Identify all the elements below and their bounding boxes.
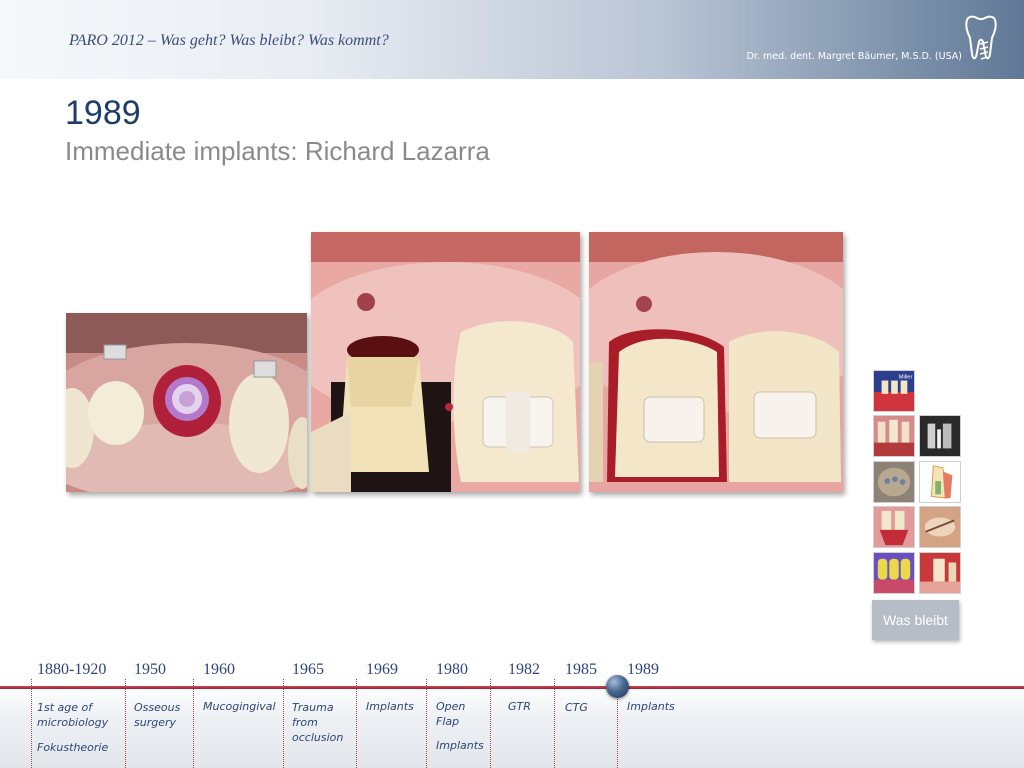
timeline-event-osseous-surgery: Osseous surgery xyxy=(134,701,181,729)
thumbnail-1-label: Miller xyxy=(899,375,913,381)
thumbnail-4[interactable] xyxy=(873,461,915,503)
thumbnail-3[interactable] xyxy=(919,415,961,457)
tooth-logo-icon xyxy=(965,15,997,60)
timeline-year-1960: 1960 xyxy=(203,661,235,678)
timeline-event-implants-1969: Implants xyxy=(366,700,414,713)
thumbnail-9[interactable] xyxy=(919,552,961,594)
timeline-current-marker[interactable] xyxy=(606,675,629,698)
timeline-axis xyxy=(0,686,1024,689)
timeline-year-1969: 1969 xyxy=(366,661,398,678)
thumbnail-5[interactable] xyxy=(919,461,961,503)
timeline-tick xyxy=(125,679,126,768)
thumbnail-1[interactable]: Miller xyxy=(873,370,915,412)
timeline-tick xyxy=(193,679,194,768)
timeline-event-open-flap: Open Flap xyxy=(436,700,466,728)
timeline-year-1950: 1950 xyxy=(134,661,166,678)
timeline-year-1880-1920: 1880-1920 xyxy=(37,661,107,678)
slide-title-year: 1989 xyxy=(65,94,141,132)
timeline-event-fokustheorie: Fokustheorie xyxy=(37,741,109,754)
slide-header: PARO 2012 – Was geht? Was bleibt? Was ko… xyxy=(0,0,1024,79)
timeline-event-microbiology: 1st age of microbiology xyxy=(37,701,109,729)
occlusal-view-implant-photo xyxy=(66,313,307,492)
timeline-year-1989: 1989 xyxy=(627,661,659,678)
author-name: Dr. med. dent. Margret Bäumer, M.S.D. (U… xyxy=(746,51,962,62)
timeline-tick xyxy=(356,679,357,768)
thumbnail-6[interactable] xyxy=(873,506,915,548)
timeline-event-implants-1989: Implants xyxy=(627,700,675,713)
timeline-tick xyxy=(554,679,555,768)
timeline-year-1985: 1985 xyxy=(565,661,597,678)
provisional-crown-photo xyxy=(589,232,843,492)
timeline-tick xyxy=(426,679,427,768)
timeline-tick xyxy=(283,679,284,768)
thumbnail-8[interactable] xyxy=(873,552,915,594)
timeline-tick xyxy=(490,679,491,768)
was-bleibt-button[interactable]: Was bleibt xyxy=(872,600,959,640)
timeline-event-mucogingival: Mucogingival xyxy=(203,700,276,713)
timeline-event-gtr: GTR xyxy=(508,700,531,713)
abutment-in-place-photo xyxy=(311,232,580,492)
timeline-year-1965: 1965 xyxy=(292,661,324,678)
presentation-title: PARO 2012 – Was geht? Was bleibt? Was ko… xyxy=(69,32,389,49)
thumbnail-7[interactable] xyxy=(919,506,961,548)
timeline-year-1980: 1980 xyxy=(436,661,468,678)
timeline-event-trauma-from-occlusion: Trauma from occlusion xyxy=(292,701,344,744)
timeline-event-implants-1980: Implants xyxy=(436,739,484,752)
thumbnail-2[interactable] xyxy=(873,415,915,457)
timeline-tick xyxy=(31,679,32,768)
timeline-year-1982: 1982 xyxy=(508,661,540,678)
slide-subtitle: Immediate implants: Richard Lazarra xyxy=(65,136,490,166)
timeline-event-ctg: CTG xyxy=(565,701,588,714)
